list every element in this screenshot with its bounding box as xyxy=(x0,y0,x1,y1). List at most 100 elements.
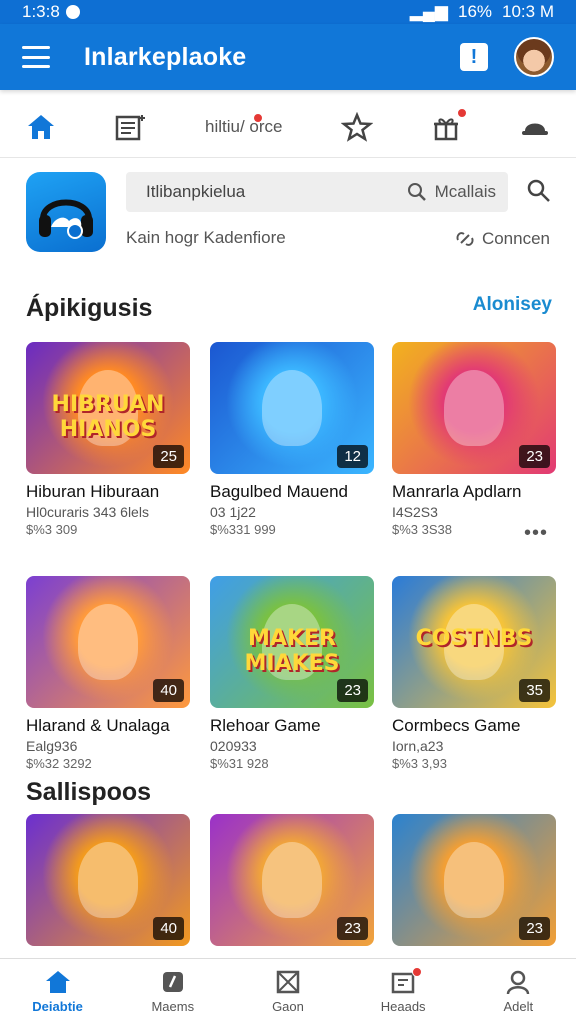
tab-gifts[interactable] xyxy=(431,107,468,142)
app-title: Inlarkeplaoke xyxy=(84,42,247,71)
player-count-badge: 40 xyxy=(153,917,184,940)
home-icon xyxy=(45,971,70,993)
game-meta: Ealg936 xyxy=(26,738,78,754)
more-options-icon[interactable]: ••• xyxy=(524,522,548,545)
nav-badge xyxy=(412,967,423,977)
search-input[interactable]: Itlibanpkielua Mcallais xyxy=(126,172,508,212)
game-name: Hlarand & Unalaga xyxy=(26,716,170,735)
game-thumbnail: HIBRUAN HIANOS 25 xyxy=(26,342,190,474)
search-icon xyxy=(407,183,426,201)
connect-label: Conncen xyxy=(481,229,550,248)
section-title-featured: Sallispoos xyxy=(26,778,152,806)
nav-home-label: Deiabtie xyxy=(32,999,83,1014)
headphones-icon xyxy=(39,199,93,239)
connect-button[interactable]: Conncen xyxy=(454,228,550,250)
section-link-all[interactable]: Alonisey xyxy=(473,294,552,316)
character-art xyxy=(262,370,322,446)
player-count-badge: 25 xyxy=(153,445,184,468)
section-title-apps: Ápikigusis xyxy=(26,294,153,322)
nav-heads[interactable]: Heaads xyxy=(358,967,448,1014)
category-tabs: hiltiu/ orce xyxy=(0,96,576,158)
game-meta: I4S2S3 xyxy=(392,504,438,520)
game-thumbnail: 23 xyxy=(392,814,556,946)
person-icon xyxy=(507,970,530,995)
game-name: Bagulbed Mauend xyxy=(210,482,349,501)
character-art xyxy=(262,842,322,918)
character-art xyxy=(78,604,138,680)
thumbnail-logo-text: HIBRUAN HIANOS xyxy=(51,392,165,442)
home-icon xyxy=(28,114,54,139)
search-placeholder: Itlibanpkielua xyxy=(146,182,246,201)
tag-icon xyxy=(162,972,183,992)
menu-icon[interactable] xyxy=(22,46,50,68)
badge-dot xyxy=(253,112,263,123)
game-price: $%331 999 xyxy=(210,522,276,537)
game-card[interactable]: 23 xyxy=(392,814,556,946)
nav-profile[interactable]: Adelt xyxy=(473,969,563,1014)
game-meta: 03 1j22 xyxy=(210,504,256,520)
nav-profile-label: Adelt xyxy=(503,999,534,1014)
tab-cap[interactable] xyxy=(520,115,550,139)
game-card[interactable]: COSTNBS 35 Cormbecs Game Iorn,a23 $%3 3,93 xyxy=(392,576,556,771)
nav-tags[interactable]: Maems xyxy=(128,969,218,1014)
thumbnail-logo-text: MAKER MIAKES xyxy=(244,626,340,676)
player-count-badge: 23 xyxy=(337,679,368,702)
tab-trending[interactable]: hiltiu/ orce xyxy=(205,112,283,137)
game-meta: Iorn,a23 xyxy=(392,738,444,754)
avatar[interactable] xyxy=(514,37,554,77)
search-action-label: Mcallais xyxy=(434,182,496,201)
notification-icon xyxy=(65,5,80,19)
nav-heads-label: Heaads xyxy=(380,999,426,1014)
status-time: 1:3:8 xyxy=(22,2,60,21)
search-button[interactable]: Mcallais xyxy=(407,182,496,202)
share-icon xyxy=(527,179,550,202)
tab-trending-label: hiltiu/ orce xyxy=(205,116,283,136)
game-card[interactable]: MAKER MIAKES 23 Rlehoar Game 020933 $%31 928 xyxy=(210,576,374,771)
player-count-badge: 23 xyxy=(337,917,368,940)
nav-home[interactable]: Deiabtie xyxy=(13,969,103,1014)
player-count-badge: 35 xyxy=(519,679,550,702)
game-card[interactable]: 40 Hlarand & Unalaga Ealg936 $%32 3292 xyxy=(26,576,190,771)
hero-subtitle: Kain hogr Kadenfiore xyxy=(126,228,286,247)
alert-button[interactable]: ! xyxy=(460,43,488,71)
tab-home[interactable] xyxy=(26,113,56,141)
character-art xyxy=(444,370,504,446)
game-card[interactable]: 23 Manrarla Apdlarn I4S2S3 $%3 3S38 xyxy=(392,342,556,537)
player-count-badge: 12 xyxy=(337,445,368,468)
app-bar: Inlarkeplaoke ! xyxy=(0,24,576,90)
game-thumbnail: 40 xyxy=(26,576,190,708)
game-price: $%3 3,93 xyxy=(392,756,447,771)
game-thumbnail: COSTNBS 35 xyxy=(392,576,556,708)
game-price: $%3 309 xyxy=(26,522,78,537)
game-name: Rlehoar Game xyxy=(210,716,321,735)
signal-icon: ▂▄▆ xyxy=(409,2,448,21)
player-count-badge: 23 xyxy=(519,917,550,940)
tab-news[interactable] xyxy=(115,113,147,141)
share-button[interactable] xyxy=(526,178,552,209)
cap-icon xyxy=(521,123,548,135)
status-clock: 10:3 M xyxy=(502,2,554,21)
player-count-badge: 23 xyxy=(519,445,550,468)
game-card[interactable]: 23 xyxy=(210,814,374,946)
game-price: $%31 928 xyxy=(210,756,269,771)
game-meta: Hl0curaris 343 6lels xyxy=(26,504,149,520)
game-thumbnail: MAKER MIAKES 23 xyxy=(210,576,374,708)
gift-icon xyxy=(434,117,459,140)
game-thumbnail: 12 xyxy=(210,342,374,474)
grid-icon xyxy=(276,970,300,994)
thumbnail-logo-text: COSTNBS xyxy=(415,626,533,651)
nav-games[interactable]: Gaon xyxy=(243,969,333,1014)
tab-favorites[interactable] xyxy=(340,111,373,142)
star-icon xyxy=(340,111,373,142)
status-bar: 1:3:8 ▂▄▆ 16% 10:3 M xyxy=(0,0,576,24)
game-price: $%32 3292 xyxy=(26,756,92,771)
character-art xyxy=(78,842,138,918)
game-card[interactable]: 40 xyxy=(26,814,190,946)
nav-games-label: Gaon xyxy=(272,999,304,1014)
game-card[interactable]: 12 Bagulbed Mauend 03 1j22 $%331 999 xyxy=(210,342,374,537)
gift-badge xyxy=(457,107,468,118)
battery-level: 16% xyxy=(457,2,493,21)
game-card[interactable]: HIBRUAN HIANOS 25 Hiburan Hiburaan Hl0curar… xyxy=(26,342,190,537)
game-thumbnail: 23 xyxy=(392,342,556,474)
bottom-navigation: Deiabtie Maems Gaon Heaads Adelt xyxy=(0,958,576,1024)
